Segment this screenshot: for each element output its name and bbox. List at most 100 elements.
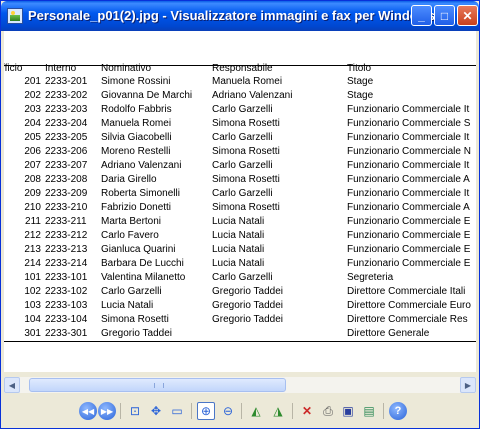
cell-extension: 2233-202 [45,90,88,101]
toolbar-separator [383,403,384,419]
cell-title: Funzionario Commerciale It [347,188,470,199]
cell-office: 214 [24,258,41,269]
cell-name: Marta Bertoni [101,216,162,227]
cell-name: Fabrizio Donetti [101,202,172,213]
cell-name: Gregorio Taddei [101,328,172,339]
header-office: fficio [4,63,23,74]
open-editing-button[interactable]: ▤ [360,402,378,420]
cell-manager: Carlo Garzelli [212,188,273,199]
cell-extension: 2233-206 [45,146,88,157]
scroll-right-button[interactable]: ▶ [460,377,476,393]
cell-name: Silvia Giacobelli [101,132,172,143]
cell-office: 203 [24,104,41,115]
cell-manager: Carlo Garzelli [212,160,273,171]
viewer-toolbar: ◀◀ ▶▶ ⊡ ✥ ▭ ⊕ ⊖ ◭ ◮ ✕ ⎙ ▣ ▤ ? [1,395,479,428]
cell-extension: 2233-103 [45,300,88,311]
print-button[interactable]: ⎙ [319,402,337,420]
cell-extension: 2233-204 [45,118,88,129]
cell-name: Valentina Milanetto [101,272,186,283]
cell-extension: 2233-214 [45,258,88,269]
scroll-thumb[interactable] [29,378,286,392]
header-name: Nominativo [101,63,152,74]
cell-name: Daria Girello [101,174,157,185]
cell-manager: Adriano Valenzani [212,90,293,101]
cell-extension: 2233-101 [45,272,88,283]
toolbar-separator [241,403,242,419]
cell-office: 202 [24,90,41,101]
cell-title: Funzionario Commerciale It [347,160,470,171]
cell-extension: 2233-209 [45,188,88,199]
scroll-left-button[interactable]: ◀ [4,377,20,393]
close-button[interactable]: ✕ [457,5,478,26]
cell-name: Moreno Restelli [101,146,171,157]
toolbar-separator [191,403,192,419]
title-bar[interactable]: Personale_p01(2).jpg - Visualizzatore im… [1,1,479,31]
cell-title: Funzionario Commerciale E [347,216,471,227]
cell-office: 212 [24,230,41,241]
cell-title: Direttore Commerciale Itali [347,286,466,297]
rotate-counterclockwise-button[interactable]: ◮ [269,402,287,420]
next-image-button[interactable]: ▶▶ [98,402,116,420]
image-viewer-app-icon [7,8,23,24]
cell-office: 102 [24,286,41,297]
cell-title: Direttore Generale [347,328,430,339]
cell-title: Stage [347,90,374,101]
actual-size-button[interactable]: ✥ [147,402,165,420]
slideshow-button[interactable]: ▭ [168,402,186,420]
cell-title: Direttore Commerciale Euro [347,300,471,311]
best-fit-button[interactable]: ⊡ [126,402,144,420]
cell-name: Simone Rossini [101,76,171,87]
cell-office: 201 [24,76,41,87]
save-button[interactable]: ▣ [339,402,357,420]
cell-title: Direttore Commerciale Res [347,314,468,325]
cell-manager: Lucia Natali [212,244,265,255]
cell-name: Adriano Valenzani [101,160,182,171]
cell-office: 209 [24,188,41,199]
cell-office: 101 [24,272,41,283]
cell-extension: 2233-210 [45,202,88,213]
maximize-button[interactable]: □ [434,5,455,26]
cell-extension: 2233-205 [45,132,88,143]
cell-extension: 2233-213 [45,244,88,255]
rotate-clockwise-button[interactable]: ◭ [247,402,265,420]
cell-title: Stage [347,76,374,87]
cell-office: 206 [24,146,41,157]
cell-title: Funzionario Commerciale E [347,258,471,269]
cell-manager: Gregorio Taddei [212,300,283,311]
cell-name: Gianluca Quarini [101,244,176,255]
help-button[interactable]: ? [389,402,407,420]
minimize-button[interactable]: _ [411,5,432,26]
thumb-grip [154,383,164,388]
cell-title: Funzionario Commerciale A [347,202,470,213]
cell-name: Manuela Romei [101,118,172,129]
zoom-out-button[interactable]: ⊖ [219,402,237,420]
cell-office: 210 [24,202,41,213]
cell-office: 205 [24,132,41,143]
cell-name: Roberta Simonelli [101,188,180,199]
cell-extension: 2233-207 [45,160,88,171]
toolbar-separator [292,403,293,419]
previous-image-button[interactable]: ◀◀ [79,402,97,420]
cell-extension: 2233-201 [45,76,88,87]
cell-name: Rodolfo Fabbris [101,104,172,115]
cell-manager: Simona Rosetti [212,202,280,213]
cell-extension: 2233-212 [45,230,88,241]
cell-title: Funzionario Commerciale E [347,244,471,255]
cell-name: Lucia Natali [101,300,154,311]
delete-button[interactable]: ✕ [298,402,316,420]
cell-manager: Lucia Natali [212,258,265,269]
cell-manager: Gregorio Taddei [212,286,283,297]
bottom-rule [4,341,476,342]
zoom-in-button[interactable]: ⊕ [197,402,215,420]
cell-extension: 2233-211 [45,216,87,227]
horizontal-scrollbar[interactable]: ◀ ▶ [4,377,476,393]
cell-manager: Simona Rosetti [212,146,280,157]
cell-manager: Carlo Garzelli [212,132,273,143]
cell-extension: 2233-104 [45,314,88,325]
cell-office: 103 [24,300,41,311]
cell-extension: 2233-203 [45,104,88,115]
image-view[interactable]: fficio Interno Nominativo Responsabile T… [4,31,476,372]
cell-title: Funzionario Commerciale It [347,104,470,115]
cell-manager: Lucia Natali [212,216,265,227]
cell-extension: 2233-301 [45,328,88,339]
